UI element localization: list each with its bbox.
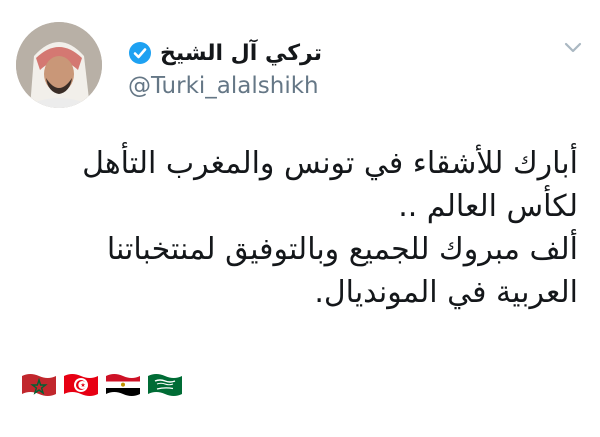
chevron-down-icon[interactable] (563, 40, 583, 54)
avatar[interactable] (16, 22, 102, 108)
tweet-card: تركي آل الشيخ @Turki_alalshikh أبارك للأ… (0, 0, 600, 437)
tweet-text-line: لكأس العالم .. (398, 189, 578, 224)
verified-badge-icon (128, 41, 152, 65)
tunisia-flag-icon (62, 370, 100, 400)
tweet-text: أبارك للأشقاء في تونس والمغرب التأهل لكأ… (18, 142, 578, 314)
display-name[interactable]: تركي آل الشيخ (160, 41, 322, 66)
egypt-flag-icon (104, 370, 142, 400)
tweet-text-line: أبارك للأشقاء في تونس والمغرب التأهل (82, 146, 578, 181)
user-handle[interactable]: @Turki_alalshikh (128, 73, 319, 99)
author-row: تركي آل الشيخ (128, 38, 322, 68)
saudi-flag-icon (146, 370, 184, 400)
tweet-text-line: ألف مبروك للجميع وبالتوفيق لمنتخباتنا (106, 232, 578, 267)
morocco-flag-icon (20, 370, 58, 400)
tweet-text-line: العربية في المونديال. (314, 275, 578, 310)
flag-emojis (20, 370, 184, 400)
